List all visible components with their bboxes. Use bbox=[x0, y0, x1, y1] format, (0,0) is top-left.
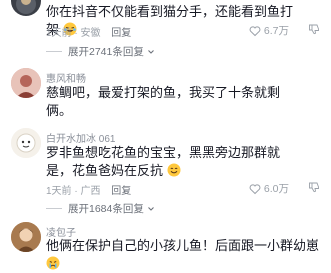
avatar[interactable] bbox=[11, 0, 41, 16]
heart-icon bbox=[249, 183, 261, 194]
commenter-name[interactable]: 白开水加冰 061 bbox=[46, 130, 115, 145]
comment-meta: 1天前 · 广西 回复 bbox=[46, 182, 131, 197]
comment-item: 你在抖音不仅能看到猫分手，还能看到鱼打架 1天前 · 安徽 回复 6.7万 展开… bbox=[0, 0, 331, 62]
reply-button[interactable]: 回复 bbox=[111, 28, 131, 39]
commenter-name[interactable]: 惠风和畅 bbox=[46, 70, 86, 85]
comment-text: 他俩在保护自己的小孩儿鱼！后面跟一小群幼崽 bbox=[46, 237, 328, 273]
expand-replies-label: 展开2741条回复 bbox=[68, 46, 144, 58]
divider-line bbox=[46, 208, 62, 209]
heart-icon bbox=[249, 25, 261, 36]
comment-item: 白开水加冰 061 罗非鱼想吃花鱼的宝宝，黑黑旁边那群就是，花鱼爸妈在反抗 1天… bbox=[0, 128, 331, 216]
like-button[interactable]: 6.0万 bbox=[249, 181, 289, 196]
comment-time: 1天前 · 安徽 bbox=[46, 28, 101, 39]
comment-text: 慈鲷吧，最爱打架的鱼，我买了十条就剩俩。 bbox=[46, 85, 281, 118]
chevron-down-icon bbox=[147, 206, 154, 211]
avatar[interactable] bbox=[11, 68, 41, 98]
divider-line bbox=[46, 51, 62, 52]
comment-meta: 1天前 · 安徽 回复 bbox=[46, 24, 131, 39]
thumbs-down-icon bbox=[309, 24, 319, 35]
avatar[interactable] bbox=[11, 128, 41, 158]
smile-emoji-icon bbox=[167, 163, 181, 177]
like-count: 6.0万 bbox=[263, 183, 289, 195]
comment-feed: 你在抖音不仅能看到猫分手，还能看到鱼打架 1天前 · 安徽 回复 6.7万 展开… bbox=[0, 0, 331, 270]
chevron-down-icon bbox=[147, 49, 154, 54]
comment-item: 惠风和畅 慈鲷吧，最爱打架的鱼，我买了十条就剩俩。 bbox=[0, 68, 331, 120]
thumbs-down-icon bbox=[309, 182, 319, 193]
expand-replies-label: 展开1684条回复 bbox=[68, 203, 144, 215]
comment-text: 罗非鱼想吃花鱼的宝宝，黑黑旁边那群就是，花鱼爸妈在反抗 bbox=[46, 145, 281, 178]
expand-replies-button[interactable]: 展开2741条回复 bbox=[46, 44, 156, 59]
like-button[interactable]: 6.7万 bbox=[249, 23, 289, 38]
reply-button[interactable]: 回复 bbox=[111, 186, 131, 197]
comment-time: 1天前 · 广西 bbox=[46, 186, 101, 197]
crying-emoji-icon bbox=[46, 256, 60, 270]
expand-replies-button[interactable]: 展开1684条回复 bbox=[46, 201, 156, 216]
avatar[interactable] bbox=[11, 222, 41, 252]
comment-item: 凌包子 他俩在保护自己的小孩儿鱼！后面跟一小群幼崽 bbox=[0, 222, 331, 270]
like-count: 6.7万 bbox=[263, 25, 289, 37]
dislike-button[interactable] bbox=[308, 181, 320, 193]
dislike-button[interactable] bbox=[308, 23, 320, 35]
